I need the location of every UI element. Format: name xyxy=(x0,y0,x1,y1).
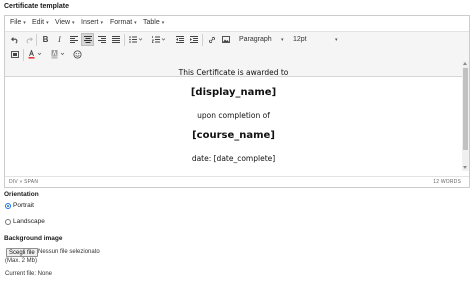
radio-portrait[interactable] xyxy=(5,203,11,209)
certificate-line-awarded: This Certificate is awarded to xyxy=(178,68,289,77)
chevron-down-icon: ▾ xyxy=(72,20,75,26)
outdent-icon[interactable] xyxy=(173,33,186,46)
chevron-down-icon: ▾ xyxy=(335,37,338,43)
rich-text-editor: File ▾ Edit ▾ View ▾ Insert ▾ Format ▾ Table ▾… xyxy=(4,15,470,188)
toolbar-divider xyxy=(124,34,125,46)
chevron-down-icon: ▾ xyxy=(46,20,49,26)
menu-insert-label: Insert xyxy=(81,19,99,26)
media-icon[interactable] xyxy=(8,48,21,61)
toolbar-divider xyxy=(36,34,37,46)
editor-content-area[interactable]: This Certificate is awarded to [display_… xyxy=(5,61,462,171)
menu-edit[interactable]: Edit ▾ xyxy=(32,19,49,26)
choose-file-button[interactable]: Scegli file xyxy=(6,248,38,257)
menubar: File ▾ Edit ▾ View ▾ Insert ▾ Format ▾ Table ▾ xyxy=(5,16,469,32)
block-format-select[interactable]: Paragraph xyxy=(239,36,272,43)
certificate-line-date: date: [date_complete] xyxy=(191,154,276,163)
menu-insert[interactable]: Insert ▾ xyxy=(81,19,103,26)
certificate-template-label: Certificate template xyxy=(4,3,69,10)
chevron-down-icon: ▾ xyxy=(23,20,26,26)
align-left-icon[interactable] xyxy=(67,33,80,46)
max-size-hint: (Max. 2 Mb) xyxy=(5,258,38,264)
toolbar-divider xyxy=(23,49,24,61)
link-icon[interactable] xyxy=(205,33,218,46)
menu-table[interactable]: Table ▾ xyxy=(143,19,164,26)
scroll-up-icon[interactable] xyxy=(463,62,467,65)
italic-icon[interactable]: I xyxy=(53,33,66,46)
editor-scrollbar[interactable] xyxy=(462,61,469,171)
image-icon[interactable] xyxy=(219,33,232,46)
menu-edit-label: Edit xyxy=(32,19,45,26)
chevron-down-icon: ▾ xyxy=(161,20,165,26)
placeholder-course-name: [course_name] xyxy=(192,130,275,141)
radio-landscape[interactable] xyxy=(5,219,11,225)
element-path[interactable]: DIV » SPAN xyxy=(9,179,38,185)
placeholder-display-name: [display_name] xyxy=(190,87,277,98)
chevron-down-icon: ▾ xyxy=(281,37,284,43)
text-color-icon[interactable] xyxy=(26,48,44,61)
toolbar-divider xyxy=(202,34,203,46)
chevron-down-icon: ▾ xyxy=(134,20,137,26)
indent-icon[interactable] xyxy=(187,33,200,46)
scroll-down-icon[interactable] xyxy=(463,166,467,169)
orientation-label: Orientation xyxy=(4,191,39,198)
menu-view-label: View xyxy=(55,19,71,26)
menu-file[interactable]: File ▾ xyxy=(10,19,26,26)
menu-file-label: File xyxy=(10,19,22,26)
menu-view[interactable]: View ▾ xyxy=(55,19,75,26)
word-count: 12 WORDS xyxy=(433,179,461,185)
font-size-select[interactable]: 12pt xyxy=(293,36,307,43)
bullet-list-icon[interactable] xyxy=(127,33,145,46)
align-justify-icon[interactable] xyxy=(109,33,122,46)
align-right-icon[interactable] xyxy=(95,33,108,46)
redo-icon[interactable] xyxy=(22,33,35,46)
bold-icon[interactable]: B xyxy=(39,33,52,46)
editor-statusbar: DIV » SPAN 12 WORDS xyxy=(5,176,469,187)
chevron-down-icon: ▾ xyxy=(100,20,104,26)
undo-icon[interactable] xyxy=(8,33,21,46)
certificate-line-completion: upon completion of xyxy=(197,111,270,120)
file-status: Nessun file selezionato xyxy=(38,248,100,255)
menu-format-label: Format xyxy=(110,19,133,26)
scroll-thumb[interactable] xyxy=(463,68,468,150)
current-file-text: Current file: None xyxy=(5,271,53,277)
radio-portrait-label[interactable]: Portrait xyxy=(13,202,34,209)
menu-format[interactable]: Format ▾ xyxy=(110,19,137,26)
background-image-label: Background image xyxy=(4,235,63,242)
numbered-list-icon[interactable] xyxy=(150,33,168,46)
menu-table-label: Table xyxy=(143,19,160,26)
radio-landscape-label[interactable]: Landscape xyxy=(13,218,45,225)
background-color-icon[interactable] xyxy=(49,48,67,61)
emoticons-icon[interactable] xyxy=(71,48,84,61)
align-center-icon[interactable] xyxy=(81,33,94,46)
